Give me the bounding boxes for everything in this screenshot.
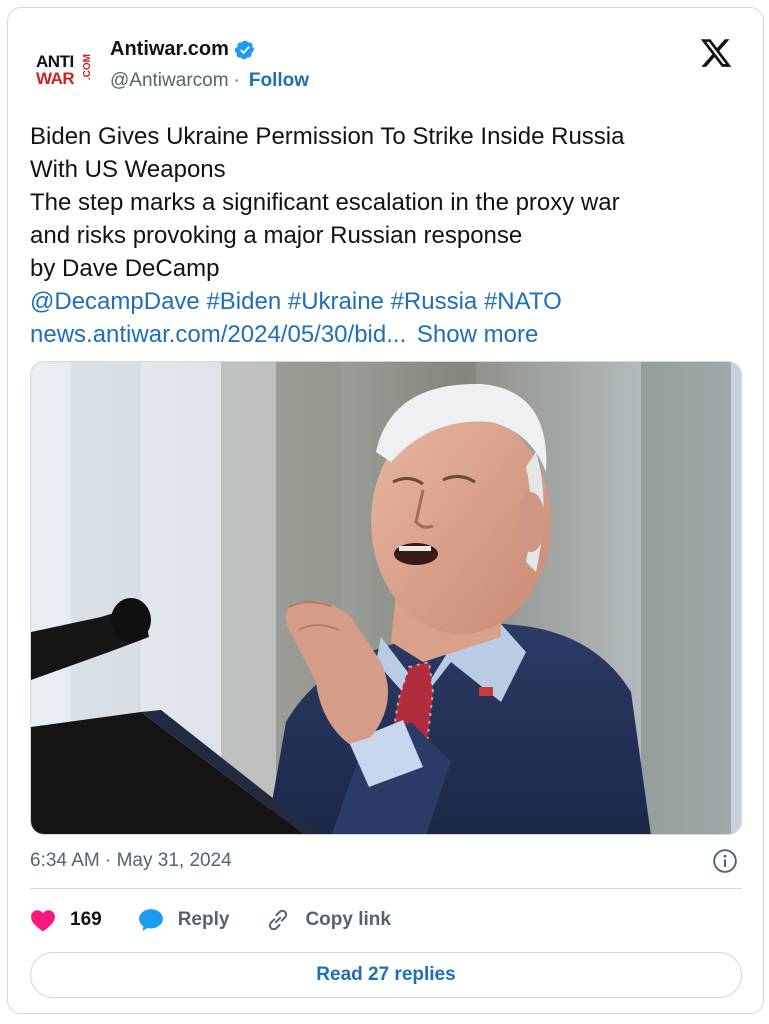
hashtag-link[interactable]: #Biden <box>206 288 281 315</box>
verified-badge-icon <box>234 40 255 59</box>
copy-link-label: Copy link <box>305 909 391 930</box>
link-icon <box>269 909 288 931</box>
divider <box>30 888 742 889</box>
info-icon[interactable] <box>712 848 738 874</box>
logo-war-text: WAR <box>36 69 75 88</box>
x-logo-icon[interactable] <box>699 36 733 70</box>
action-bar: 169 Reply Copy link <box>30 900 742 940</box>
tweet-line: and risks provoking a major Russian resp… <box>30 222 523 249</box>
speech-bubble-icon <box>138 909 163 931</box>
tweet-header: ANTI WAR .COM Antiwar.com @Antiwarcom · … <box>30 32 741 102</box>
follow-button[interactable]: Follow <box>249 70 309 92</box>
reply-label: Reply <box>177 909 230 930</box>
photo-illustration <box>31 362 741 834</box>
url-line: news.antiwar.com/2024/05/30/bid... Show … <box>30 318 745 351</box>
mention-link[interactable]: @DecampDave <box>30 288 200 315</box>
hashtag-link[interactable]: #Ukraine <box>288 288 384 315</box>
separator-dot: · <box>233 70 240 91</box>
read-replies-button[interactable]: Read 27 replies <box>30 952 742 998</box>
tweet-card: ANTI WAR .COM Antiwar.com @Antiwarcom · … <box>7 7 764 1014</box>
tweet-line: by Dave DeCamp <box>30 255 220 282</box>
display-name[interactable]: Antiwar.com <box>110 38 229 61</box>
tweet-line: With US Weapons <box>30 156 226 183</box>
logo-com-text: .COM <box>82 54 93 81</box>
timestamp[interactable]: 6:34 AM · May 31, 2024 <box>30 850 232 872</box>
hashtag-link[interactable]: #NATO <box>484 288 562 315</box>
avatar[interactable]: ANTI WAR .COM <box>36 44 94 88</box>
tweet-line: The step marks a significant escalation … <box>30 189 620 216</box>
handle-row: @Antiwarcom · Follow <box>110 70 309 92</box>
read-replies-label: Read 27 replies <box>316 964 456 985</box>
hashtag-link[interactable]: #Russia <box>391 288 478 315</box>
article-link[interactable]: news.antiwar.com/2024/05/30/bid... <box>30 321 406 348</box>
tweet-line: Biden Gives Ukraine Permission To Strike… <box>30 123 625 150</box>
name-row: Antiwar.com <box>110 38 256 61</box>
tags-line: @DecampDave #Biden #Ukraine #Russia #NAT… <box>30 285 745 318</box>
reply-button[interactable]: Reply <box>138 908 230 932</box>
tweet-photo[interactable] <box>30 361 742 835</box>
heart-icon <box>31 910 55 932</box>
timestamp-row: 6:34 AM · May 31, 2024 <box>30 846 742 876</box>
copy-link-button[interactable]: Copy link <box>265 907 391 933</box>
tweet-text: Biden Gives Ukraine Permission To Strike… <box>30 120 745 351</box>
like-button[interactable]: 169 <box>30 908 102 932</box>
handle[interactable]: @Antiwarcom <box>110 70 229 92</box>
like-count: 169 <box>70 909 102 930</box>
show-more-link[interactable]: Show more <box>417 321 538 348</box>
